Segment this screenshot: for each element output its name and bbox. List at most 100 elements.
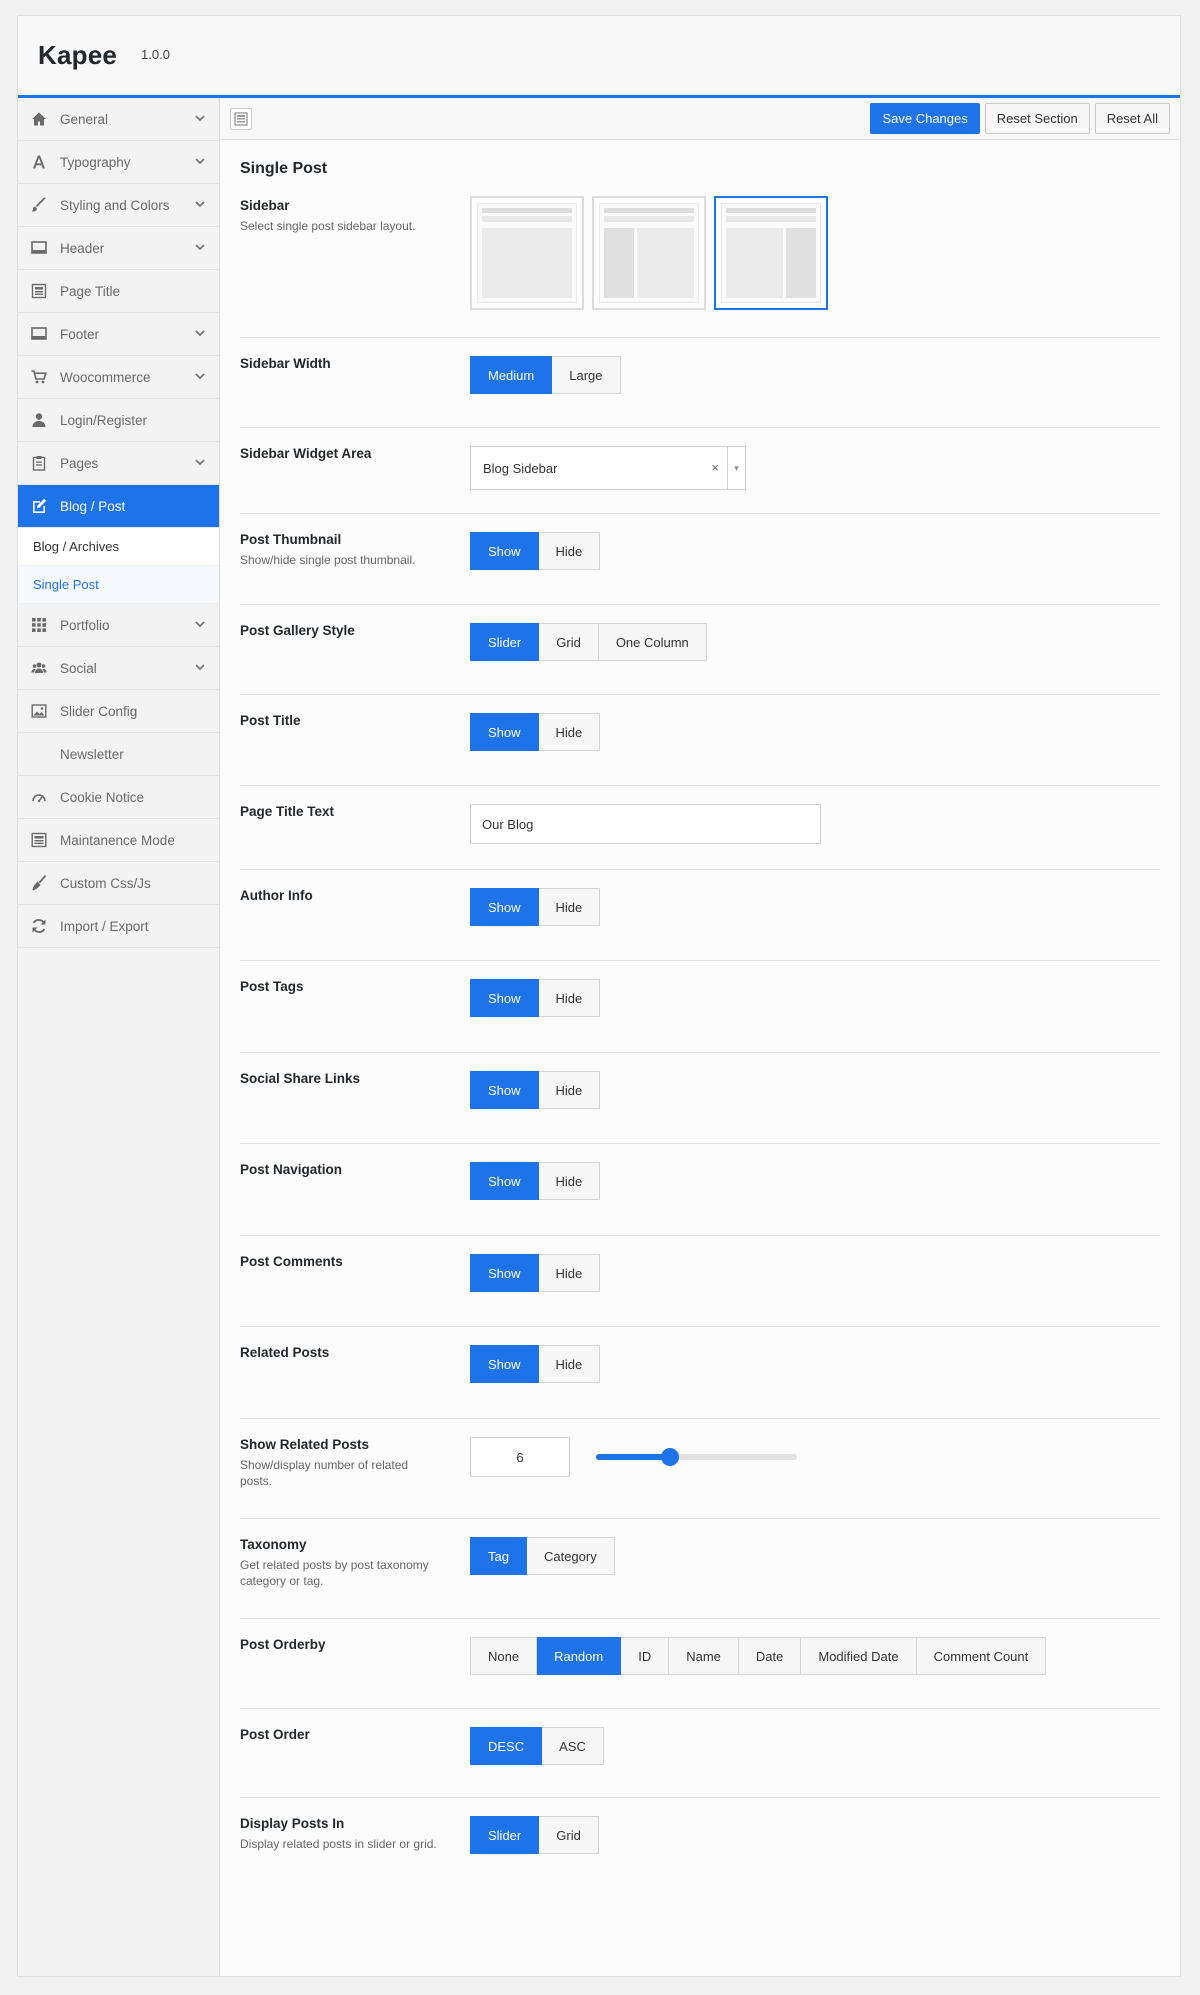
option-asc[interactable]: ASC — [542, 1727, 604, 1765]
option-category[interactable]: Category — [526, 1537, 615, 1575]
clear-icon[interactable]: × — [711, 460, 719, 475]
option-none[interactable]: None — [470, 1637, 538, 1675]
header-icon — [30, 239, 48, 257]
sidebar-item-portfolio[interactable]: Portfolio — [18, 604, 219, 647]
save-changes-button[interactable]: Save Changes — [870, 103, 980, 134]
option-grid[interactable]: Grid — [539, 1816, 599, 1854]
sidebar-item-label: General — [60, 111, 109, 127]
sidebar-item-typography[interactable]: Typography — [18, 141, 219, 184]
option-random[interactable]: Random — [537, 1637, 622, 1675]
option-name[interactable]: Name — [669, 1637, 739, 1675]
option-hide[interactable]: Hide — [538, 1254, 601, 1292]
setting-label: Post Comments — [240, 1254, 343, 1269]
option-show[interactable]: Show — [470, 888, 539, 926]
option-show[interactable]: Show — [470, 979, 539, 1017]
sidebar-item-newsletter[interactable]: Newsletter — [18, 733, 219, 776]
post-title-buttonset: Show Hide — [470, 713, 601, 751]
chevron-down-icon[interactable] — [193, 617, 207, 631]
page-title-text-input[interactable]: Our Blog — [470, 804, 821, 844]
sidebar-item-label: Pages — [60, 455, 99, 471]
sidebar-item-slider-config[interactable]: Slider Config — [18, 690, 219, 733]
chevron-down-icon[interactable] — [193, 369, 207, 383]
refresh-icon — [30, 917, 48, 935]
layout-toggle-icon[interactable] — [230, 107, 252, 130]
reset-section-button[interactable]: Reset Section — [984, 103, 1090, 134]
sidebar-item-blog-post[interactable]: Blog / Post — [18, 485, 219, 528]
option-show[interactable]: Show — [470, 1162, 539, 1200]
broom-icon — [30, 874, 48, 892]
option-hide[interactable]: Hide — [538, 1345, 601, 1383]
setting-related-posts: Related Posts Show Hide — [240, 1327, 1160, 1419]
slider-handle[interactable] — [661, 1448, 680, 1466]
sidebar-item-social[interactable]: Social — [18, 647, 219, 690]
option-hide[interactable]: Hide — [538, 888, 601, 926]
option-grid[interactable]: Grid — [539, 623, 599, 661]
brush-icon — [30, 196, 48, 214]
submenu-item-blog-archives[interactable]: Blog / Archives — [18, 528, 219, 566]
typography-icon — [30, 153, 48, 171]
sidebar-item-footer[interactable]: Footer — [18, 313, 219, 356]
setting-label: Sidebar — [240, 198, 290, 213]
related-posts-count-slider[interactable] — [596, 1448, 797, 1466]
option-date[interactable]: Date — [738, 1637, 802, 1675]
sidebar-item-general[interactable]: General — [18, 98, 219, 141]
setting-description: Select single post sidebar layout. — [240, 219, 416, 233]
option-desc[interactable]: DESC — [470, 1727, 543, 1765]
option-show[interactable]: Show — [470, 713, 539, 751]
sidebar-item-cookie-notice[interactable]: Cookie Notice — [18, 776, 219, 819]
reset-all-button[interactable]: Reset All — [1094, 103, 1170, 134]
setting-description: Display related posts in slider or grid. — [240, 1837, 437, 1851]
option-medium[interactable]: Medium — [470, 356, 553, 394]
setting-post-navigation: Post Navigation Show Hide — [240, 1144, 1160, 1236]
option-hide[interactable]: Hide — [538, 1071, 601, 1109]
layout-right-sidebar-option[interactable] — [714, 196, 828, 310]
chevron-down-icon[interactable]: ▾ — [727, 447, 745, 489]
chevron-down-icon[interactable] — [193, 111, 207, 125]
setting-sidebar-widget-area: Sidebar Widget Area Blog Sidebar × ▾ — [240, 428, 1160, 514]
option-show[interactable]: Show — [470, 532, 539, 570]
sidebar-item-maintanence-mode[interactable]: Maintanence Mode — [18, 819, 219, 862]
sidebar-item-login-register[interactable]: Login/Register — [18, 399, 219, 442]
option-large[interactable]: Large — [552, 356, 621, 394]
sidebar-item-pages[interactable]: Pages — [18, 442, 219, 485]
chevron-down-icon[interactable] — [193, 660, 207, 674]
display-posts-in-buttonset: Slider Grid — [470, 1816, 599, 1854]
option-slider[interactable]: Slider — [470, 1816, 540, 1854]
layout-left-sidebar-option[interactable] — [592, 196, 706, 310]
option-show[interactable]: Show — [470, 1345, 539, 1383]
chevron-down-icon[interactable] — [193, 326, 207, 340]
option-hide[interactable]: Hide — [538, 1162, 601, 1200]
clipboard-icon — [30, 454, 48, 472]
chevron-down-icon[interactable] — [193, 197, 207, 211]
chevron-down-icon[interactable] — [193, 455, 207, 469]
sidebar-item-custom-css-js[interactable]: Custom Css/Js — [18, 862, 219, 905]
sidebar-item-header[interactable]: Header — [18, 227, 219, 270]
option-id[interactable]: ID — [621, 1637, 670, 1675]
mail-icon — [30, 745, 48, 763]
sidebar-item-page-title[interactable]: Page Title — [18, 270, 219, 313]
setting-label: Author Info — [240, 888, 313, 903]
option-show[interactable]: Show — [470, 1254, 539, 1292]
chevron-down-icon[interactable] — [193, 240, 207, 254]
option-tag[interactable]: Tag — [470, 1537, 527, 1575]
sidebar-item-label: Login/Register — [60, 412, 148, 428]
chevron-down-icon[interactable] — [193, 154, 207, 168]
related-posts-count-input[interactable]: 6 — [470, 1437, 570, 1477]
option-show[interactable]: Show — [470, 1071, 539, 1109]
submenu-item-single-post[interactable]: Single Post — [18, 566, 219, 604]
sidebar-item-import-export[interactable]: Import / Export — [18, 905, 219, 948]
sidebar-widget-area-select[interactable]: Blog Sidebar × ▾ — [470, 446, 746, 490]
option-hide[interactable]: Hide — [538, 713, 601, 751]
option-one-column[interactable]: One Column — [598, 623, 707, 661]
sidebar-item-woocommerce[interactable]: Woocommerce — [18, 356, 219, 399]
layout-full-width-option[interactable] — [470, 196, 584, 310]
option-comment-count[interactable]: Comment Count — [916, 1637, 1047, 1675]
sidebar-item-styling-and-colors[interactable]: Styling and Colors — [18, 184, 219, 227]
cart-icon — [30, 368, 48, 386]
option-modified-date[interactable]: Modified Date — [801, 1637, 917, 1675]
sidebar-item-label: Portfolio — [60, 617, 110, 633]
option-hide[interactable]: Hide — [538, 532, 601, 570]
author-info-buttonset: Show Hide — [470, 888, 601, 926]
option-hide[interactable]: Hide — [538, 979, 601, 1017]
option-slider[interactable]: Slider — [470, 623, 540, 661]
